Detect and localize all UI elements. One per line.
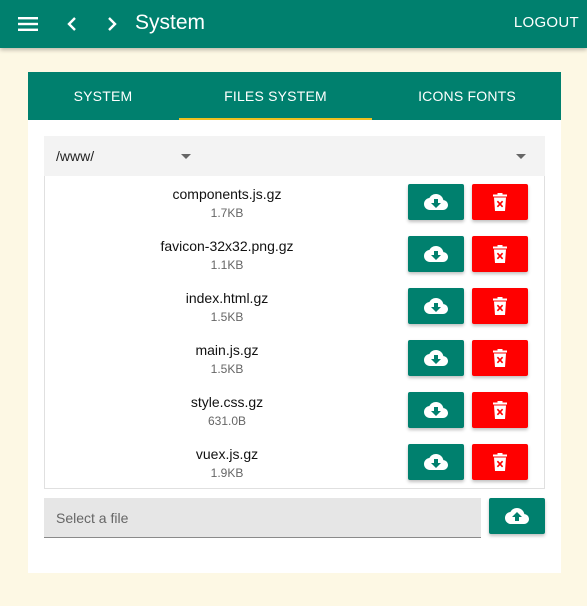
file-size: 1.5KB: [210, 362, 244, 376]
file-size: 1.1KB: [210, 258, 244, 272]
tab-system[interactable]: SYSTEM: [28, 72, 178, 120]
cloud-download-icon: [424, 246, 448, 262]
cloud-upload-icon: [505, 508, 529, 524]
delete-button[interactable]: [472, 392, 528, 428]
file-row: main.js.gz 1.5KB: [45, 332, 544, 384]
file-row: vuex.js.gz 1.9KB: [45, 436, 544, 488]
file-name: style.css.gz: [190, 394, 264, 410]
delete-icon: [493, 245, 507, 263]
file-row: index.html.gz 1.5KB: [45, 280, 544, 332]
forward-button[interactable]: [96, 0, 128, 48]
tab-files-system[interactable]: FILES SYSTEM: [178, 72, 373, 120]
path-select[interactable]: /www/: [44, 136, 545, 176]
file-name: main.js.gz: [195, 342, 259, 358]
back-button[interactable]: [56, 0, 88, 48]
delete-icon: [493, 349, 507, 367]
tab-bar: SYSTEM FILES SYSTEM ICONS FONTS: [28, 72, 561, 120]
file-size: 631.0B: [207, 414, 247, 428]
download-button[interactable]: [408, 444, 464, 480]
download-button[interactable]: [408, 340, 464, 376]
file-size: 1.7KB: [210, 206, 244, 220]
page-title: System: [135, 11, 206, 34]
file-select-input[interactable]: Select a file: [44, 498, 481, 538]
file-name: favicon-32x32.png.gz: [160, 238, 294, 254]
delete-icon: [493, 401, 507, 419]
menu-button[interactable]: [8, 0, 48, 48]
tab-icons-fonts[interactable]: ICONS FONTS: [373, 72, 561, 120]
dropdown-arrow-icon: [181, 154, 191, 159]
file-name: index.html.gz: [185, 290, 269, 306]
dropdown-arrow-icon: [516, 154, 526, 159]
cloud-download-icon: [424, 454, 448, 470]
file-size: 1.5KB: [210, 310, 244, 324]
main-card: SYSTEM FILES SYSTEM ICONS FONTS /www/ co…: [28, 72, 561, 573]
file-name: vuex.js.gz: [195, 446, 259, 462]
download-button[interactable]: [408, 392, 464, 428]
file-size: 1.9KB: [210, 466, 244, 480]
delete-icon: [493, 297, 507, 315]
file-row: favicon-32x32.png.gz 1.1KB: [45, 228, 544, 280]
file-name: components.js.gz: [172, 186, 282, 202]
download-button[interactable]: [408, 236, 464, 272]
delete-button[interactable]: [472, 236, 528, 272]
app-bar: System LOGOUT: [0, 0, 587, 48]
menu-icon: [18, 17, 38, 31]
file-row: components.js.gz 1.7KB: [45, 176, 544, 228]
delete-button[interactable]: [472, 184, 528, 220]
path-select-value: /www/: [56, 148, 95, 164]
download-button[interactable]: [408, 288, 464, 324]
file-select-placeholder: Select a file: [56, 510, 129, 526]
delete-icon: [493, 453, 507, 471]
cloud-download-icon: [424, 402, 448, 418]
download-button[interactable]: [408, 184, 464, 220]
cloud-download-icon: [424, 194, 448, 210]
file-row: style.css.gz 631.0B: [45, 384, 544, 436]
delete-icon: [493, 193, 507, 211]
cloud-download-icon: [424, 298, 448, 314]
delete-button[interactable]: [472, 444, 528, 480]
chevron-left-icon: [67, 17, 76, 31]
delete-button[interactable]: [472, 288, 528, 324]
logout-button[interactable]: LOGOUT: [514, 0, 579, 46]
chevron-right-icon: [108, 17, 117, 31]
upload-button[interactable]: [489, 498, 545, 534]
file-list: components.js.gz 1.7KB favicon-32x32.png…: [44, 176, 545, 489]
delete-button[interactable]: [472, 340, 528, 376]
cloud-download-icon: [424, 350, 448, 366]
